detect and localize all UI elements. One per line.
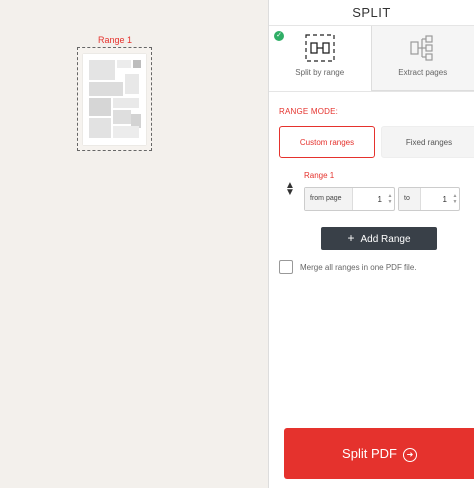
extract-pages-icon [410, 35, 433, 61]
add-range-button[interactable]: + Add Range [321, 227, 437, 250]
tab-extract-pages[interactable]: Extract pages [371, 26, 474, 91]
tab-split-by-range-label: Split by range [295, 68, 345, 77]
split-mode-tabs: ✓ Split by range Extract pages [269, 26, 474, 92]
split-pdf-button[interactable]: Split PDF ➜ [284, 428, 474, 479]
to-page-stepper[interactable]: to 1 ▲ ▼ [398, 187, 460, 211]
custom-ranges-button[interactable]: Custom ranges [279, 126, 375, 158]
page-thumbnail[interactable] [83, 54, 146, 145]
range-caption: Range 1 [97, 35, 133, 45]
split-range-icon [305, 34, 335, 62]
merge-checkbox[interactable] [279, 260, 293, 274]
panel-title: SPLIT [269, 0, 474, 26]
merge-option[interactable]: Merge all ranges in one PDF file. [279, 259, 417, 275]
split-pdf-label: Split PDF [342, 446, 397, 461]
merge-label: Merge all ranges in one PDF file. [300, 262, 417, 272]
stepper-arrows-icon[interactable]: ▲ ▼ [386, 193, 394, 205]
from-page-value[interactable]: 1 [353, 195, 386, 204]
page-preview-area: Range 1 [0, 0, 268, 488]
to-page-label: to [399, 188, 421, 210]
split-pdf-app: Range 1 SPLIT ✓ Split by range Extract p… [0, 0, 474, 488]
from-page-label: from page [305, 188, 353, 210]
range-mode-label: RANGE MODE: [279, 107, 339, 116]
arrow-right-circle-icon: ➜ [402, 447, 417, 462]
range-row: ▲ ▼ Range 1 from page 1 ▲ ▼ to 1 ▲ ▼ [269, 168, 474, 218]
split-options-panel: SPLIT ✓ Split by range Extract pages RAN… [268, 0, 474, 488]
plus-icon: + [347, 231, 355, 245]
add-range-label: Add Range [360, 234, 411, 245]
from-page-stepper[interactable]: from page 1 ▲ ▼ [304, 187, 395, 211]
stepper-arrows-icon[interactable]: ▲ ▼ [451, 193, 459, 205]
tab-extract-pages-label: Extract pages [398, 68, 448, 77]
to-page-value[interactable]: 1 [421, 195, 451, 204]
reorder-icon[interactable]: ▲ ▼ [285, 181, 295, 198]
checkmark-icon: ✓ [274, 31, 284, 41]
tab-split-by-range[interactable]: ✓ Split by range [269, 26, 372, 91]
fixed-ranges-button[interactable]: Fixed ranges [381, 126, 474, 158]
range-name: Range 1 [304, 171, 335, 180]
